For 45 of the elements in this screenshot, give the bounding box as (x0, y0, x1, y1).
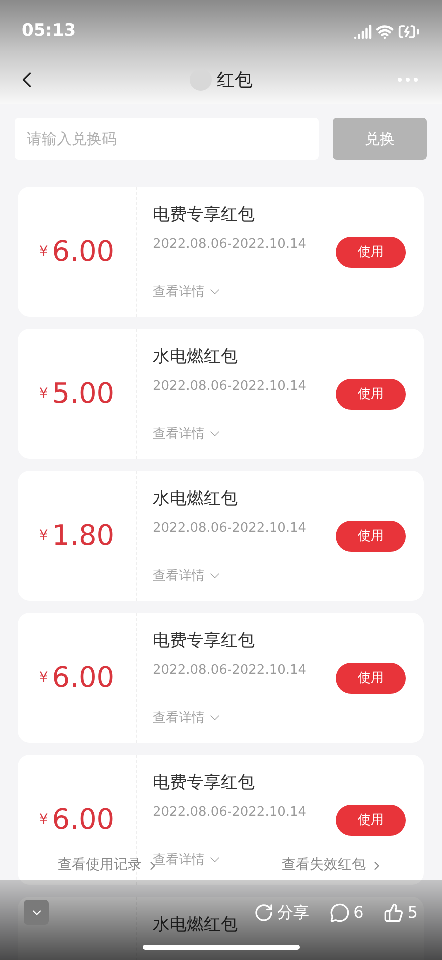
comment-button[interactable]: 6 (330, 900, 364, 924)
wifi-icon (376, 23, 394, 41)
details-link[interactable]: 查看详情 (153, 282, 223, 302)
redeem-code-field[interactable]: 请输入兑换码 (15, 118, 319, 160)
details-link[interactable]: 查看详情 (153, 424, 223, 444)
validity-dates: 2022.08.06-2022.10.14 (153, 520, 307, 538)
share-button[interactable]: 分享 (254, 900, 310, 924)
page-title: 红包 (217, 68, 253, 92)
currency-symbol: ¥ (39, 810, 48, 830)
redeem-button[interactable]: 兑换 (333, 118, 427, 160)
validity-dates: 2022.08.06-2022.10.14 (153, 236, 307, 254)
signal-icon (354, 23, 372, 41)
coupon-amount: 6.00 (52, 802, 115, 838)
coupon-amount: 1.80 (52, 518, 115, 554)
use-button[interactable]: 使用 (336, 379, 406, 410)
coupon-title: 水电燃红包 (153, 346, 239, 369)
use-button[interactable]: 使用 (336, 521, 406, 552)
currency-symbol: ¥ (39, 668, 48, 688)
share-icon (254, 902, 274, 922)
validity-dates: 2022.08.06-2022.10.14 (153, 662, 307, 680)
use-button[interactable]: 使用 (336, 805, 406, 836)
coupon-title: 水电燃红包 (153, 914, 239, 937)
coupon-title: 电费专享红包 (153, 630, 256, 653)
currency-symbol: ¥ (39, 384, 48, 404)
details-link[interactable]: 查看详情 (153, 850, 223, 870)
coupon-title: 水电燃红包 (153, 488, 239, 511)
like-button[interactable]: 5 (384, 900, 418, 924)
thumbs-up-icon (384, 902, 404, 922)
details-link[interactable]: 查看详情 (153, 566, 223, 586)
coupon-amount: 5.00 (52, 376, 115, 412)
currency-symbol: ¥ (39, 526, 48, 546)
coupon-amount: 6.00 (52, 660, 115, 696)
validity-dates: 2022.08.06-2022.10.14 (153, 378, 307, 396)
status-time: 05:13 (22, 20, 76, 44)
comment-icon (330, 902, 350, 922)
currency-symbol: ¥ (39, 242, 48, 262)
collapse-button[interactable] (24, 900, 49, 925)
coupon-title: 电费专享红包 (153, 204, 256, 227)
details-link[interactable]: 查看详情 (153, 708, 223, 728)
use-button[interactable]: 使用 (336, 663, 406, 694)
use-button[interactable]: 使用 (336, 237, 406, 268)
validity-dates: 2022.08.06-2022.10.14 (153, 804, 307, 822)
coupon-amount: 6.00 (52, 234, 115, 270)
coupon-title: 电费专享红包 (153, 772, 256, 795)
records-link[interactable]: 查看失效红包 (282, 855, 384, 876)
